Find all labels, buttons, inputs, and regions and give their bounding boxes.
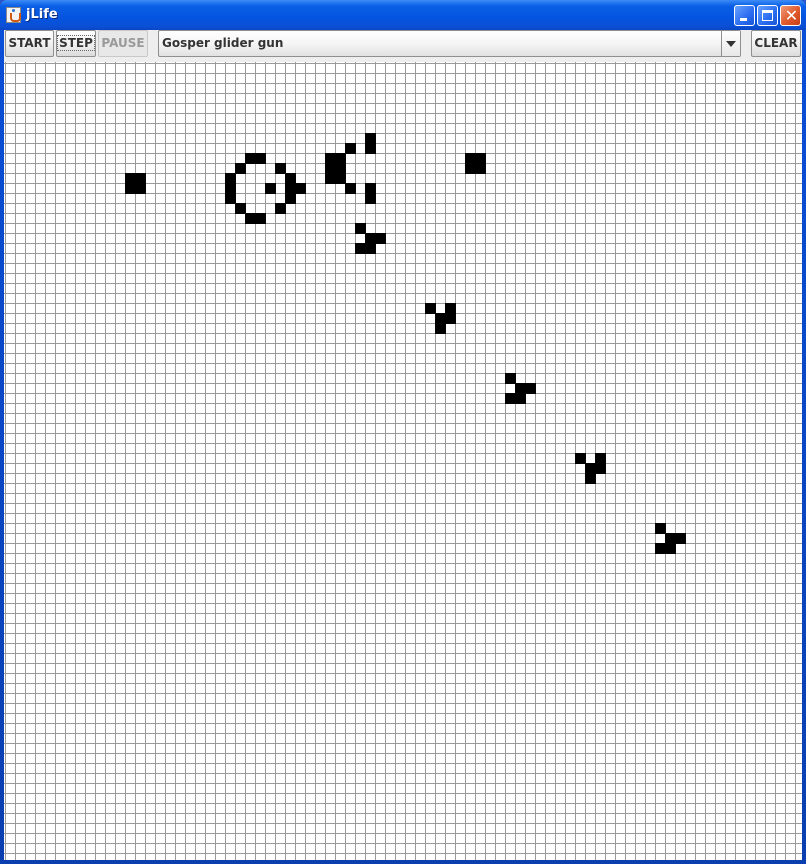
live-cell[interactable]	[125, 173, 136, 184]
minimize-button[interactable]	[734, 5, 755, 26]
live-cell[interactable]	[665, 533, 676, 544]
live-cell[interactable]	[505, 393, 516, 404]
live-cell[interactable]	[345, 183, 356, 194]
live-cell[interactable]	[275, 203, 286, 214]
maximize-icon	[762, 10, 773, 21]
close-icon: ✕	[784, 6, 799, 25]
life-grid[interactable]	[4, 62, 802, 860]
live-cell[interactable]	[125, 183, 136, 194]
live-cell[interactable]	[525, 383, 536, 394]
live-cell[interactable]	[365, 143, 376, 154]
live-cell[interactable]	[515, 383, 526, 394]
pattern-select-value: Gosper glider gun	[162, 36, 284, 50]
chevron-down-icon[interactable]	[721, 31, 740, 56]
live-cell[interactable]	[275, 163, 286, 174]
live-cell[interactable]	[135, 173, 146, 184]
live-cell[interactable]	[345, 143, 356, 154]
live-cell[interactable]	[675, 533, 686, 544]
pattern-select[interactable]: Gosper glider gun	[158, 30, 741, 57]
live-cell[interactable]	[285, 193, 296, 204]
pause-label: PAUSE	[101, 36, 145, 50]
live-cell[interactable]	[475, 153, 486, 164]
live-cell[interactable]	[255, 213, 266, 224]
live-cell[interactable]	[255, 153, 266, 164]
live-cell[interactable]	[225, 183, 236, 194]
toolbar: START STEP PAUSE Gosper glider gun CLEAR	[4, 30, 802, 60]
live-cell[interactable]	[465, 153, 476, 164]
live-cell[interactable]	[465, 163, 476, 174]
title-bar[interactable]: jLife ✕	[0, 0, 806, 30]
live-cell[interactable]	[575, 453, 586, 464]
live-cell[interactable]	[585, 463, 596, 474]
clear-button[interactable]: CLEAR	[751, 30, 801, 57]
live-cell[interactable]	[655, 543, 666, 554]
step-label: STEP	[57, 35, 95, 51]
app-window: jLife ✕ START STEP PAUSE Gosper glider g…	[0, 0, 806, 864]
live-cell[interactable]	[335, 173, 346, 184]
live-cell[interactable]	[245, 153, 256, 164]
live-cell[interactable]	[515, 393, 526, 404]
live-cell[interactable]	[365, 193, 376, 204]
minimize-icon	[740, 18, 747, 21]
start-label: START	[8, 36, 51, 50]
live-cell[interactable]	[265, 183, 276, 194]
live-cell[interactable]	[335, 153, 346, 164]
start-button[interactable]: START	[5, 30, 54, 57]
content-pane: START STEP PAUSE Gosper glider gun CLEAR	[4, 30, 802, 860]
live-cell[interactable]	[435, 323, 446, 334]
maximize-button[interactable]	[757, 5, 778, 26]
live-cell[interactable]	[435, 313, 446, 324]
live-cell[interactable]	[445, 303, 456, 314]
live-cell[interactable]	[595, 453, 606, 464]
window-title: jLife	[26, 7, 58, 22]
live-cell[interactable]	[595, 463, 606, 474]
live-cell[interactable]	[355, 243, 366, 254]
live-cell[interactable]	[425, 303, 436, 314]
live-cell[interactable]	[335, 163, 346, 174]
java-cup-icon[interactable]	[6, 7, 21, 23]
live-cell[interactable]	[445, 313, 456, 324]
live-cell[interactable]	[235, 163, 246, 174]
live-cell[interactable]	[225, 193, 236, 204]
live-cell[interactable]	[365, 133, 376, 144]
step-button[interactable]: STEP	[56, 30, 96, 57]
live-cell[interactable]	[285, 183, 296, 194]
live-cell[interactable]	[325, 153, 336, 164]
close-button[interactable]: ✕	[780, 5, 801, 26]
live-cell[interactable]	[235, 203, 246, 214]
live-cell[interactable]	[375, 233, 386, 244]
live-cell[interactable]	[355, 223, 366, 234]
live-cell[interactable]	[225, 173, 236, 184]
live-cell[interactable]	[245, 213, 256, 224]
live-cell[interactable]	[475, 163, 486, 174]
clear-label: CLEAR	[754, 36, 798, 50]
pause-button: PAUSE	[98, 30, 148, 57]
live-cell[interactable]	[135, 183, 146, 194]
live-cell[interactable]	[285, 173, 296, 184]
live-cell[interactable]	[295, 183, 306, 194]
live-cell[interactable]	[365, 183, 376, 194]
live-cell[interactable]	[585, 473, 596, 484]
live-cell[interactable]	[365, 243, 376, 254]
live-cell[interactable]	[365, 233, 376, 244]
live-cell[interactable]	[655, 523, 666, 534]
live-cell[interactable]	[325, 163, 336, 174]
grid-canvas[interactable]	[4, 62, 802, 860]
live-cell[interactable]	[665, 543, 676, 554]
live-cell[interactable]	[325, 173, 336, 184]
live-cell[interactable]	[505, 373, 516, 384]
